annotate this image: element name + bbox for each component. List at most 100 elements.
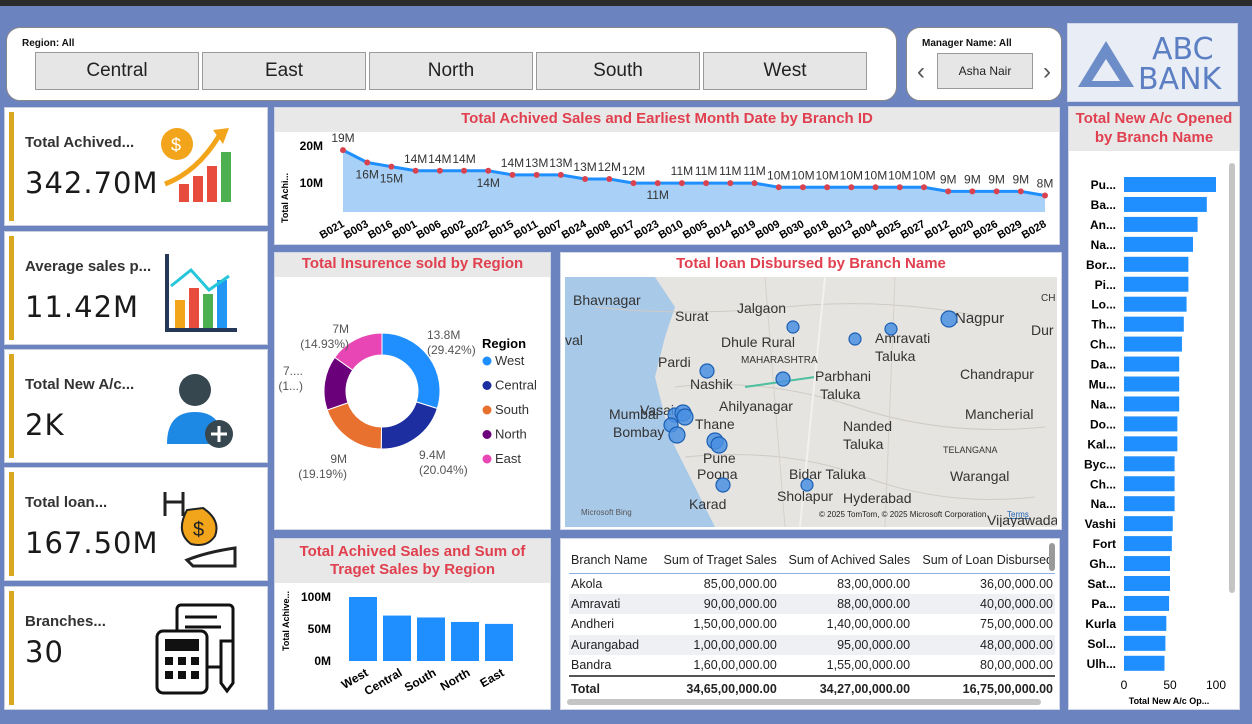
hbar-bar[interactable] xyxy=(1124,615,1167,631)
line-chart-point[interactable] xyxy=(703,180,710,187)
hbar-bar[interactable] xyxy=(1124,256,1189,272)
map-bubble[interactable] xyxy=(775,371,791,387)
line-chart-point[interactable] xyxy=(485,167,492,174)
map-canvas[interactable]: Microsoft Bing © 2025 TomTom, © 2025 Mic… xyxy=(565,277,1057,527)
column-header[interactable]: Branch Name xyxy=(569,547,655,574)
hbar-bar[interactable] xyxy=(1124,396,1180,412)
map-bubble[interactable] xyxy=(848,332,862,346)
line-chart-point[interactable] xyxy=(872,184,879,191)
line-chart-point[interactable] xyxy=(678,180,685,187)
column-header[interactable]: Sum of Traget Sales xyxy=(654,547,779,574)
line-chart-point[interactable] xyxy=(824,184,831,191)
region-option-east[interactable]: East xyxy=(202,52,366,90)
line-chart-point[interactable] xyxy=(993,188,1000,195)
map-bubble[interactable] xyxy=(676,408,694,426)
map-bubble[interactable] xyxy=(940,310,958,328)
hbar-bar[interactable] xyxy=(1124,416,1178,432)
line-chart-point[interactable] xyxy=(751,180,758,187)
map-bubble[interactable] xyxy=(668,426,686,444)
line-chart-point[interactable] xyxy=(557,171,564,178)
donut-slice-south[interactable] xyxy=(326,402,383,450)
line-chart-point[interactable] xyxy=(533,171,540,178)
hbar-bar[interactable] xyxy=(1124,356,1180,372)
hbar-bar[interactable] xyxy=(1124,635,1166,651)
line-chart-point[interactable] xyxy=(509,171,516,178)
line-chart-point[interactable] xyxy=(896,184,903,191)
hbar-bar[interactable] xyxy=(1124,476,1175,492)
legend-item-label[interactable]: East xyxy=(495,451,521,466)
legend-item-label[interactable]: Central xyxy=(495,378,537,393)
line-chart-point[interactable] xyxy=(630,180,637,187)
region-bar-north[interactable] xyxy=(451,621,479,661)
table-horizontal-scrollbar[interactable] xyxy=(567,699,1041,705)
manager-value-box[interactable]: Asha Nair xyxy=(937,53,1033,89)
line-chart-point[interactable] xyxy=(945,188,952,195)
column-header[interactable]: Sum of Achived Sales xyxy=(778,547,913,574)
hbar-bar[interactable] xyxy=(1124,516,1173,532)
hbar-bar[interactable] xyxy=(1124,296,1187,312)
map-bubble[interactable] xyxy=(699,363,715,379)
donut-slice-central[interactable] xyxy=(380,401,438,450)
line-chart-point[interactable] xyxy=(848,184,855,191)
map-place-label: Mumbai xyxy=(609,406,659,422)
line-chart-point[interactable] xyxy=(606,176,613,182)
hbar-bar[interactable] xyxy=(1124,336,1182,352)
table-row[interactable]: Andheri 1,50,00,000.00 1,40,00,000.00 75,00… xyxy=(569,614,1055,635)
line-chart-point[interactable] xyxy=(461,167,468,174)
line-chart-point[interactable] xyxy=(654,180,661,187)
hbar-bar[interactable] xyxy=(1124,436,1178,452)
region-bar-south[interactable] xyxy=(417,617,445,661)
table-row[interactable]: Akola 85,00,000.00 83,00,000.00 36,00,000.0… xyxy=(569,573,1055,594)
hbar-scrollbar[interactable] xyxy=(1229,163,1235,593)
hbar-bar[interactable] xyxy=(1124,496,1175,512)
region-option-north[interactable]: North xyxy=(369,52,533,90)
line-chart-point[interactable] xyxy=(364,159,371,166)
table-row[interactable]: Bandra 1,60,00,000.00 1,55,00,000.00 80,00,… xyxy=(569,655,1055,676)
line-chart-point[interactable] xyxy=(727,180,734,187)
hbar-bar[interactable] xyxy=(1124,655,1165,671)
line-chart-point[interactable] xyxy=(340,147,346,154)
region-bar-west[interactable] xyxy=(349,597,377,661)
region-bar-east[interactable] xyxy=(485,623,513,661)
legend-item-label[interactable]: South xyxy=(495,402,529,417)
table-vertical-scrollbar[interactable] xyxy=(1049,543,1055,571)
hbar-bar[interactable] xyxy=(1124,177,1216,192)
line-chart-point[interactable] xyxy=(388,163,395,170)
hbar-bar[interactable] xyxy=(1124,236,1193,252)
hbar-bar[interactable] xyxy=(1124,576,1170,591)
line-chart-point[interactable] xyxy=(799,184,806,191)
line-chart-point[interactable] xyxy=(920,184,927,191)
hbar-bar[interactable] xyxy=(1124,196,1207,212)
hbar-bar[interactable] xyxy=(1124,456,1175,472)
legend-item-label[interactable]: North xyxy=(495,427,527,442)
hbar-bar[interactable] xyxy=(1124,316,1184,332)
line-chart-point[interactable] xyxy=(775,184,782,191)
line-chart-point[interactable] xyxy=(582,176,589,182)
region-option-central[interactable]: Central xyxy=(35,52,199,90)
hbar-bar[interactable] xyxy=(1124,216,1198,232)
hbar-bar[interactable] xyxy=(1124,536,1172,552)
map-bubble[interactable] xyxy=(800,478,814,492)
region-bar-central[interactable] xyxy=(383,615,411,661)
line-chart-point[interactable] xyxy=(1017,188,1024,195)
column-header[interactable]: Sum of Loan Disbursed xyxy=(912,547,1055,574)
hbar-bar[interactable] xyxy=(1124,276,1189,292)
hbar-bar[interactable] xyxy=(1124,595,1170,611)
line-chart-point[interactable] xyxy=(1042,192,1048,199)
table-row[interactable]: Aurangabad 1,00,00,000.00 95,00,000.00 48,0… xyxy=(569,634,1055,655)
region-option-west[interactable]: West xyxy=(703,52,867,90)
manager-next-button[interactable]: › xyxy=(1043,58,1051,86)
region-option-south[interactable]: South xyxy=(536,52,700,90)
hbar-bar[interactable] xyxy=(1124,556,1170,572)
legend-item-label[interactable]: West xyxy=(495,353,525,368)
line-chart-point[interactable] xyxy=(412,167,419,174)
line-chart-point[interactable] xyxy=(436,167,443,174)
manager-prev-button[interactable]: ‹ xyxy=(917,58,925,86)
line-chart-point[interactable] xyxy=(969,188,976,195)
map-bubble[interactable] xyxy=(710,436,728,454)
map-bubble[interactable] xyxy=(884,322,898,336)
map-bubble[interactable] xyxy=(715,477,731,493)
hbar-bar[interactable] xyxy=(1124,376,1180,392)
table-row[interactable]: Amravati 90,00,000.00 88,00,000.00 40,00,00… xyxy=(569,593,1055,614)
map-bubble[interactable] xyxy=(786,320,800,334)
